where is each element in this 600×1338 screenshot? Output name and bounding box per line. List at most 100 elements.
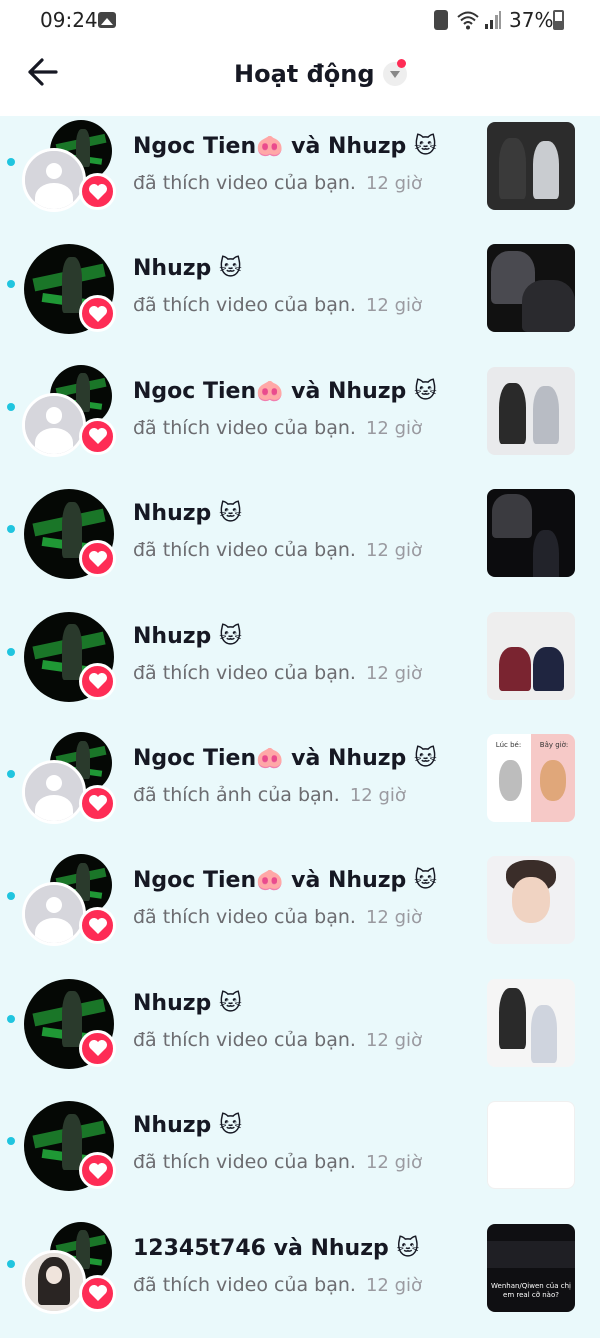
notification-name[interactable]: Ngoc Tien🐽 và Nhuzp 🐱 (133, 746, 473, 771)
notification-description: đã thích video của bạn. 12 giờ (133, 539, 473, 561)
notification-time: 12 giờ (365, 417, 423, 439)
unread-indicator (7, 280, 15, 289)
description-text: đã thích video của bạn. (133, 661, 356, 684)
notification-time: 12 giờ (365, 295, 423, 317)
unread-indicator (7, 647, 15, 656)
thumbnail-label-now: Bây giờ: (539, 740, 569, 749)
avatar-default[interactable] (22, 148, 86, 212)
heart-icon (79, 784, 116, 822)
heart-icon (79, 417, 116, 455)
unread-indicator (7, 1014, 15, 1023)
notification-name[interactable]: Nhuzp 🐱 (133, 1113, 473, 1138)
notification-item[interactable]: Ngoc Tien🐽 và Nhuzp 🐱 đã thích video của… (0, 361, 600, 483)
avatar-default[interactable] (22, 759, 86, 824)
notification-name[interactable]: Nhuzp 🐱 (133, 501, 473, 526)
notification-description: đã thích video của bạn. 12 giờ (133, 662, 473, 684)
notification-description: đã thích video của bạn. 12 giờ (133, 1274, 473, 1296)
notification-item[interactable]: Ngoc Tien🐽 và Nhuzp 🐱 đã thích video của… (0, 116, 600, 238)
unread-indicator (7, 1137, 15, 1146)
unread-indicator (7, 525, 15, 534)
notification-time: 12 giờ (349, 784, 406, 806)
heart-icon (79, 173, 116, 210)
heart-icon (79, 907, 116, 945)
notification-item[interactable]: Ngoc Tien🐽 và Nhuzp 🐱 đã thích video của… (0, 850, 600, 972)
heart-icon (79, 540, 116, 578)
avatar-user[interactable] (22, 1249, 86, 1314)
avatar-default[interactable] (22, 882, 86, 947)
notification-name[interactable]: Ngoc Tien🐽 và Nhuzp 🐱 (133, 379, 473, 404)
description-text: đã thích video của bạn. (133, 1151, 356, 1174)
notification-list: Ngoc Tien🐽 và Nhuzp 🐱 đã thích video của… (0, 116, 600, 1338)
notification-name[interactable]: Nhuzp 🐱 (133, 991, 473, 1016)
notification-time: 12 giờ (365, 907, 423, 929)
video-thumbnail[interactable] (487, 489, 575, 578)
description-text: đã thích video của bạn. (133, 1273, 356, 1296)
notification-description: đã thích video của bạn. 12 giờ (133, 906, 473, 928)
notification-description: đã thích ảnh của bạn. 12 giờ (133, 784, 473, 806)
wifi-icon (457, 11, 479, 30)
heart-icon (79, 662, 116, 700)
notification-time: 12 giờ (365, 1029, 423, 1051)
unread-indicator (7, 158, 15, 166)
video-thumbnail[interactable] (487, 978, 575, 1067)
notification-time: 12 giờ (365, 1152, 423, 1174)
battery-icon (553, 10, 564, 30)
battery-percentage: 37% (509, 8, 554, 32)
notification-time: 12 giờ (365, 1274, 423, 1296)
notification-item[interactable]: Nhuzp 🐱 đã thích video của bạn. 12 giờ (0, 606, 600, 728)
description-text: đã thích video của bạn. (133, 906, 356, 929)
heart-icon (79, 1029, 116, 1067)
notification-time: 12 giờ (365, 540, 423, 562)
arrow-left-icon (28, 58, 58, 86)
notification-item[interactable]: Nhuzp 🐱 đã thích video của bạn. 12 giờ (0, 483, 600, 605)
notification-item[interactable]: Nhuzp 🐱 đã thích video của bạn. 12 giờ (0, 973, 600, 1095)
activity-filter-dropdown[interactable]: Hoạt động (234, 54, 407, 94)
notification-description: đã thích video của bạn. 12 giờ (133, 417, 473, 439)
notification-description: đã thích video của bạn. 12 giờ (133, 1151, 473, 1173)
back-button[interactable] (22, 52, 66, 92)
video-thumbnail[interactable]: Wenhan/Qiwen của chị em real cỡ nào? (487, 1223, 575, 1312)
notification-item[interactable]: 12345t746 và Nhuzp 🐱 đã thích video của … (0, 1218, 600, 1338)
description-text: đã thích ảnh của bạn. (133, 783, 340, 806)
video-thumbnail[interactable] (487, 856, 575, 945)
notification-description: đã thích video của bạn. 12 giờ (133, 294, 473, 316)
photo-thumbnail[interactable]: Lúc bé: Bây giờ: (487, 733, 575, 822)
unread-indicator (7, 1259, 15, 1268)
notification-item[interactable]: Nhuzp 🐱 đã thích video của bạn. 12 giờ (0, 238, 600, 360)
notification-description: đã thích video của bạn. 12 giờ (133, 172, 473, 194)
notification-name[interactable]: Ngoc Tien🐽 và Nhuzp 🐱 (133, 868, 473, 893)
heart-icon (79, 1152, 116, 1190)
heart-icon (79, 1274, 116, 1312)
video-thumbnail[interactable] (487, 611, 575, 700)
description-text: đã thích video của bạn. (133, 172, 356, 194)
description-text: đã thích video của bạn. (133, 1028, 356, 1051)
notification-name[interactable]: Ngoc Tien🐽 và Nhuzp 🐱 (133, 134, 473, 159)
status-time: 09:24 (40, 8, 98, 32)
notification-item[interactable]: Ngoc Tien🐽 và Nhuzp 🐱 đã thích ảnh của b… (0, 728, 600, 850)
description-text: đã thích video của bạn. (133, 416, 356, 439)
notification-description: đã thích video của bạn. 12 giờ (133, 1029, 473, 1051)
notification-time: 12 giờ (365, 173, 423, 194)
video-thumbnail[interactable] (487, 1101, 575, 1190)
thumbnail-caption: Wenhan/Qiwen của chị em real cỡ nào? (491, 1281, 571, 1299)
video-thumbnail[interactable] (487, 244, 575, 333)
header: Hoạt động (0, 40, 600, 116)
video-thumbnail[interactable] (487, 366, 575, 455)
unread-indicator (7, 402, 15, 411)
notification-item[interactable]: Nhuzp 🐱 đã thích video của bạn. 12 giờ (0, 1095, 600, 1217)
notification-dot (397, 59, 406, 68)
signal-icon (485, 11, 501, 29)
notification-name[interactable]: Nhuzp 🐱 (133, 624, 473, 649)
thumbnail-label-before: Lúc bé: (495, 740, 522, 749)
description-text: đã thích video của bạn. (133, 539, 356, 562)
notification-name[interactable]: Nhuzp 🐱 (133, 256, 473, 281)
status-bar: 09:24 37% (0, 0, 600, 40)
unread-indicator (7, 769, 15, 778)
notification-time: 12 giờ (365, 662, 423, 684)
notification-name[interactable]: 12345t746 và Nhuzp 🐱 (133, 1236, 473, 1261)
video-thumbnail[interactable] (487, 122, 575, 210)
description-text: đã thích video của bạn. (133, 294, 356, 317)
page-title: Hoạt động (234, 60, 375, 88)
gallery-icon (98, 12, 116, 28)
avatar-default[interactable] (22, 392, 86, 457)
